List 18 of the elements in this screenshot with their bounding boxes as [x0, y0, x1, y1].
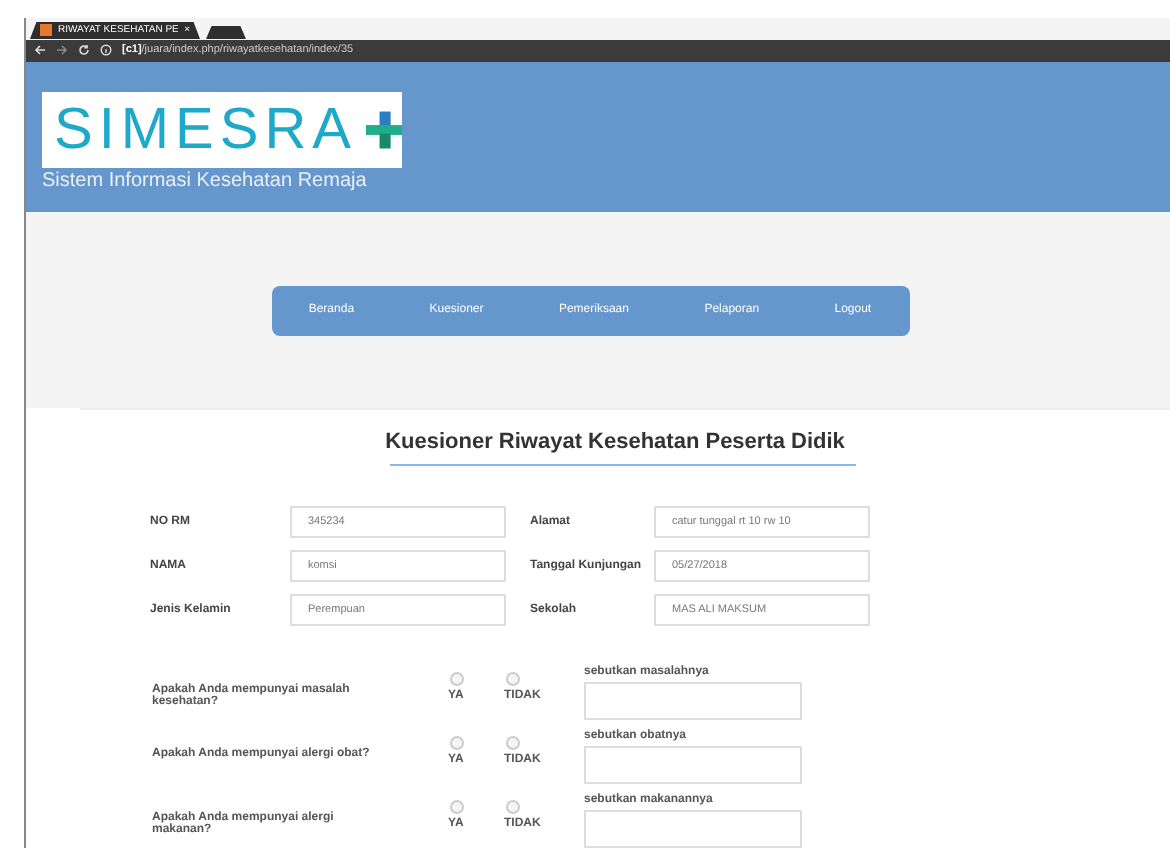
radio-button[interactable] [506, 671, 520, 686]
input-field[interactable] [584, 745, 802, 784]
forward-icon[interactable] [56, 44, 68, 57]
subtitle: Sistem Informasi Kesehatan Remaja [42, 170, 369, 193]
radio-button[interactable] [506, 799, 520, 814]
input-field[interactable] [584, 681, 802, 720]
radio-button[interactable] [450, 799, 464, 814]
info-icon[interactable] [100, 44, 112, 57]
form-title: Kuesioner Riwayat Kesehatan Peserta Didik [383, 429, 847, 454]
favicon-icon [40, 24, 52, 37]
radio-button[interactable] [450, 735, 464, 750]
reload-icon[interactable] [78, 44, 90, 57]
back-icon[interactable] [34, 44, 46, 57]
radio-button[interactable] [450, 671, 464, 686]
logo-text: SIMESRA [54, 101, 358, 160]
radio-button[interactable] [506, 735, 520, 750]
input-field[interactable] [584, 809, 802, 848]
new-tab-button[interactable] [206, 25, 246, 40]
